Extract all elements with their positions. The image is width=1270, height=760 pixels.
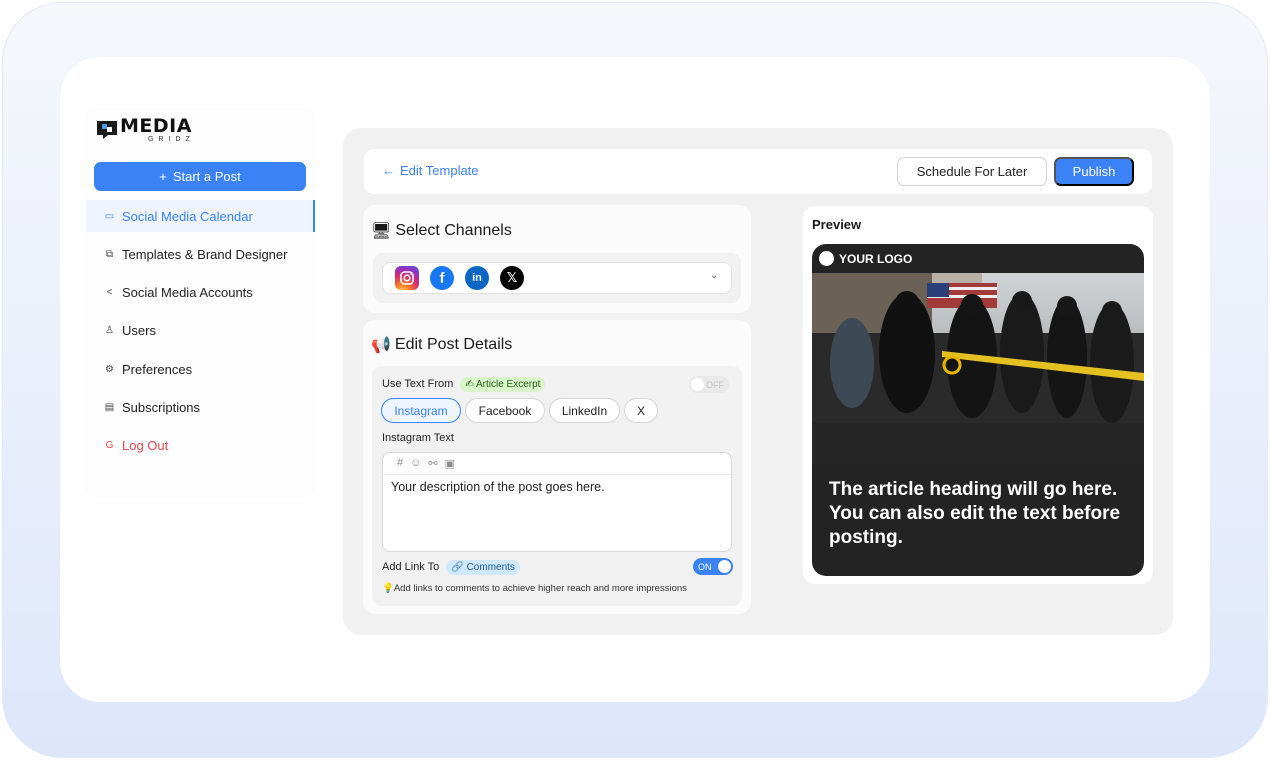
tab-linkedin[interactable]: LinkedIn [549, 398, 620, 423]
brand-title: MEDIA [120, 115, 192, 137]
plus-icon: + [159, 169, 167, 184]
linkedin-icon[interactable]: in [465, 266, 489, 290]
add-link-to: Add Link To 🔗 Comments [382, 560, 520, 575]
calendar-icon: ▭ [104, 210, 115, 222]
brand-logo: MEDIA GRIDZ [96, 116, 195, 146]
use-text-toggle[interactable]: OFF [689, 376, 729, 393]
post-details-title-text: Edit Post Details [394, 336, 513, 353]
add-link-label: Add Link To [382, 561, 440, 573]
sidebar-item-accounts[interactable]: < Social Media Accounts [86, 277, 315, 309]
toggle-label: OFF [706, 379, 724, 390]
sidebar-item-templates[interactable]: ⧉ Templates & Brand Designer [86, 238, 315, 270]
post-text-value[interactable]: Your description of the post goes here. [391, 480, 605, 494]
sidebar-item-label: Preferences [122, 361, 193, 377]
video-icon[interactable]: ▣ [445, 457, 455, 470]
gear-icon: ⚙ [105, 363, 114, 375]
megaphone-icon: 📢 [371, 337, 391, 354]
back-link-label: Edit Template [400, 163, 479, 178]
toggle-knob [691, 378, 704, 391]
tab-x[interactable]: X [624, 398, 658, 423]
card-icon: ▤ [104, 401, 115, 413]
users-icon: ♙ [105, 325, 114, 337]
preview-image [812, 273, 1144, 464]
channels-title-text: Select Channels [395, 222, 512, 239]
sidebar-item-label: Subscriptions [122, 399, 201, 415]
sidebar-item-label: Social Media Accounts [122, 285, 253, 301]
start-post-label: Start a Post [172, 169, 241, 184]
logo-mark-icon [96, 118, 118, 140]
sidebar-item-users[interactable]: ♙ Users [86, 315, 315, 347]
sidebar-item-subscriptions[interactable]: ▤ Subscriptions [86, 391, 315, 423]
add-link-toggle[interactable]: ON [693, 558, 733, 575]
sidebar-item-calendar[interactable]: ▭ Social Media Calendar [86, 200, 315, 232]
tab-facebook[interactable]: Facebook [465, 398, 545, 423]
template-icon: ⧉ [105, 248, 114, 260]
hashtag-icon[interactable]: # [397, 457, 403, 470]
tab-instagram[interactable]: Instagram [381, 398, 461, 423]
toggle-label: ON [698, 561, 712, 572]
back-link[interactable]: ← Edit Template [382, 163, 479, 178]
article-excerpt-tag[interactable]: ✍ Article Excerpt [460, 377, 546, 392]
facebook-icon[interactable]: f [430, 266, 454, 290]
preview-title: Preview [812, 217, 862, 232]
post-details-title: 📢 Edit Post Details [371, 335, 512, 355]
schedule-button[interactable]: Schedule For Later [897, 157, 1047, 186]
editor-toolbar: # ☺ ⚯ ▣ [397, 457, 455, 470]
sidebar-item-label: Users [122, 323, 156, 339]
x-icon[interactable]: 𝕏 [500, 266, 524, 290]
monitor-icon: 🖥 [371, 223, 392, 240]
comments-tag[interactable]: 🔗 Comments [446, 560, 520, 575]
add-link-hint: 💡Add links to comments to achieve higher… [382, 583, 687, 594]
brand-subtitle: GRIDZ [148, 136, 195, 143]
toggle-knob [718, 560, 731, 573]
chevron-down-icon[interactable]: ⌄ [710, 270, 718, 281]
sidebar-item-preferences[interactable]: ⚙ Preferences [86, 353, 315, 385]
preview-logo-text: YOUR LOGO [839, 251, 913, 266]
sidebar-nav: ▭ Social Media Calendar ⧉ Templates & Br… [86, 200, 315, 468]
sidebar-item-label: Templates & Brand Designer [122, 246, 288, 262]
instagram-icon[interactable] [395, 266, 419, 290]
sidebar-item-label: Social Media Calendar [122, 208, 253, 224]
logo-circle-icon [819, 251, 834, 266]
publish-button[interactable]: Publish [1054, 157, 1134, 186]
instagram-text-label: Instagram Text [382, 432, 454, 444]
preview-logo: YOUR LOGO [819, 251, 912, 266]
use-text-label: Use Text From [382, 378, 454, 390]
preview-heading: The article heading will go here. You ca… [829, 479, 1121, 548]
start-post-button[interactable]: + Start a Post [94, 162, 306, 191]
sidebar-item-label: Log Out [122, 438, 169, 454]
logout-icon: G [105, 440, 114, 452]
share-icon: < [106, 287, 113, 299]
arrow-left-icon: ← [382, 163, 395, 178]
sidebar-item-logout[interactable]: G Log Out [86, 430, 315, 462]
link-icon[interactable]: ⚯ [428, 457, 437, 470]
editor-divider [383, 474, 731, 475]
channels-title: 🖥 Select Channels [371, 221, 512, 241]
emoji-icon[interactable]: ☺ [410, 457, 421, 470]
use-text-from: Use Text From ✍ Article Excerpt [382, 377, 546, 392]
